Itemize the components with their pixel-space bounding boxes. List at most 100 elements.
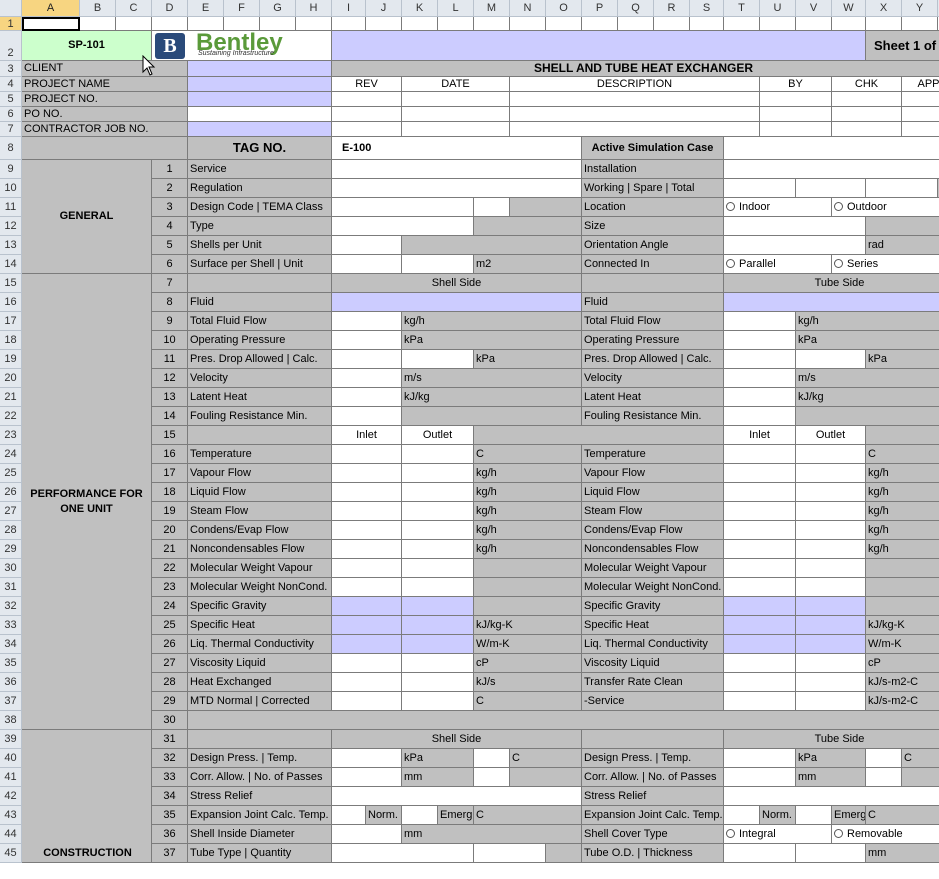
shell-outlet-value[interactable] (402, 502, 474, 521)
parallel-radio-icon[interactable] (726, 259, 735, 268)
tube-inlet-value[interactable] (724, 521, 796, 540)
field-po_no[interactable] (188, 107, 332, 122)
tube-exp-emerg[interactable] (796, 806, 832, 825)
tube-design-temp[interactable] (866, 749, 902, 768)
row-header-2[interactable]: 2 (0, 31, 22, 61)
field-client[interactable] (188, 61, 332, 77)
location-outdoor[interactable]: Outdoor (832, 198, 939, 217)
row-header-17[interactable]: 17 (0, 312, 22, 331)
row-header-23[interactable]: 23 (0, 426, 22, 445)
type-value[interactable] (332, 217, 474, 236)
row-header-26[interactable]: 26 (0, 483, 22, 502)
working-value[interactable] (724, 179, 796, 198)
shell-inlet-value[interactable] (332, 445, 402, 464)
column-header-f[interactable]: F (224, 0, 260, 17)
tube-allowed-value[interactable] (724, 350, 796, 369)
column-header-j[interactable]: J (366, 0, 402, 17)
row-header-35[interactable]: 35 (0, 654, 22, 673)
column-header-t[interactable]: T (724, 0, 760, 17)
row-header-30[interactable]: 30 (0, 559, 22, 578)
shell-outlet-value[interactable] (402, 445, 474, 464)
shell-outlet-value[interactable] (402, 540, 474, 559)
revision-cell[interactable] (402, 107, 510, 122)
revision-cell[interactable] (332, 92, 402, 107)
shell-inlet-value[interactable] (332, 692, 402, 711)
tube-corr-allow[interactable] (724, 768, 796, 787)
row-header-13[interactable]: 13 (0, 236, 22, 255)
field-project_no[interactable] (188, 92, 332, 107)
row-header-8[interactable]: 8 (0, 137, 22, 160)
connected-series[interactable]: Series (832, 255, 939, 274)
tube-outlet-value[interactable] (796, 597, 866, 616)
revision-cell[interactable] (902, 92, 939, 107)
revision-cell[interactable] (402, 92, 510, 107)
shells-per-unit-value[interactable] (332, 236, 402, 255)
tube-inlet-value[interactable] (724, 559, 796, 578)
row-header-11[interactable]: 11 (0, 198, 22, 217)
revision-cell[interactable] (902, 122, 939, 137)
shell-outlet-value[interactable] (402, 483, 474, 502)
row-header-40[interactable]: 40 (0, 749, 22, 768)
tube-inlet-value[interactable] (724, 597, 796, 616)
shell-design-temp[interactable] (474, 749, 510, 768)
column-header-l[interactable]: L (438, 0, 474, 17)
cell[interactable] (654, 17, 690, 31)
tube-inlet-value[interactable] (724, 616, 796, 635)
row-header-6[interactable]: 6 (0, 107, 22, 122)
column-header-a[interactable]: A (22, 0, 80, 17)
tube-outlet-value[interactable] (796, 445, 866, 464)
active-simulation-case-value[interactable] (724, 137, 939, 160)
revision-cell[interactable] (510, 122, 760, 137)
row-header-24[interactable]: 24 (0, 445, 22, 464)
row-header-29[interactable]: 29 (0, 540, 22, 559)
cell[interactable] (760, 17, 796, 31)
tube-value[interactable] (724, 331, 796, 350)
shell-value[interactable] (332, 331, 402, 350)
orientation-angle-value[interactable] (724, 236, 866, 255)
tube-inlet-value[interactable] (724, 578, 796, 597)
total-value[interactable] (866, 179, 938, 198)
cover-integral[interactable]: Integral (724, 825, 832, 844)
tube-quantity[interactable] (474, 844, 546, 863)
tube-outlet-value[interactable] (796, 502, 866, 521)
row-header-14[interactable]: 14 (0, 255, 22, 274)
cell-a1[interactable] (22, 17, 80, 31)
row-header-21[interactable]: 21 (0, 388, 22, 407)
row-header-42[interactable]: 42 (0, 787, 22, 806)
shell-fluid-value[interactable] (332, 293, 582, 312)
column-header-x[interactable]: X (866, 0, 902, 17)
cover-removable[interactable]: Removable (832, 825, 939, 844)
tube-outlet-value[interactable] (796, 692, 866, 711)
regulation-value[interactable] (332, 179, 582, 198)
shell-outlet-value[interactable] (402, 654, 474, 673)
shell-outlet-value[interactable] (402, 521, 474, 540)
shell-inlet-value[interactable] (332, 578, 402, 597)
revision-cell[interactable] (760, 92, 832, 107)
tube-inlet-value[interactable] (724, 692, 796, 711)
tube-outlet-value[interactable] (796, 483, 866, 502)
column-header-m[interactable]: M (474, 0, 510, 17)
tube-outlet-value[interactable] (796, 464, 866, 483)
row-header-3[interactable]: 3 (0, 61, 22, 77)
tube-calc-value[interactable] (796, 350, 866, 369)
cell[interactable] (402, 17, 438, 31)
row-header-15[interactable]: 15 (0, 274, 22, 293)
shell-inlet-value[interactable] (332, 540, 402, 559)
shell-allowed-value[interactable] (332, 350, 402, 369)
shell-exp-norm[interactable] (332, 806, 366, 825)
shell-outlet-value[interactable] (402, 635, 474, 654)
connected-parallel[interactable]: Parallel (724, 255, 832, 274)
shell-inlet-value[interactable] (332, 616, 402, 635)
tube-inlet-value[interactable] (724, 673, 796, 692)
tube-inlet-value[interactable] (724, 540, 796, 559)
spreadsheet[interactable]: ABCDEFGHIJKLMNOPQRSTUVWXYZ12345678910111… (0, 0, 939, 879)
select-all-corner[interactable] (0, 0, 22, 17)
tube-stress-relief[interactable] (724, 787, 939, 806)
shell-exp-emerg[interactable] (402, 806, 438, 825)
tube-inlet-value[interactable] (724, 654, 796, 673)
cell[interactable] (438, 17, 474, 31)
column-header-s[interactable]: S (690, 0, 724, 17)
cell[interactable] (866, 17, 902, 31)
row-header-45[interactable]: 45 (0, 844, 22, 863)
cell[interactable] (224, 17, 260, 31)
